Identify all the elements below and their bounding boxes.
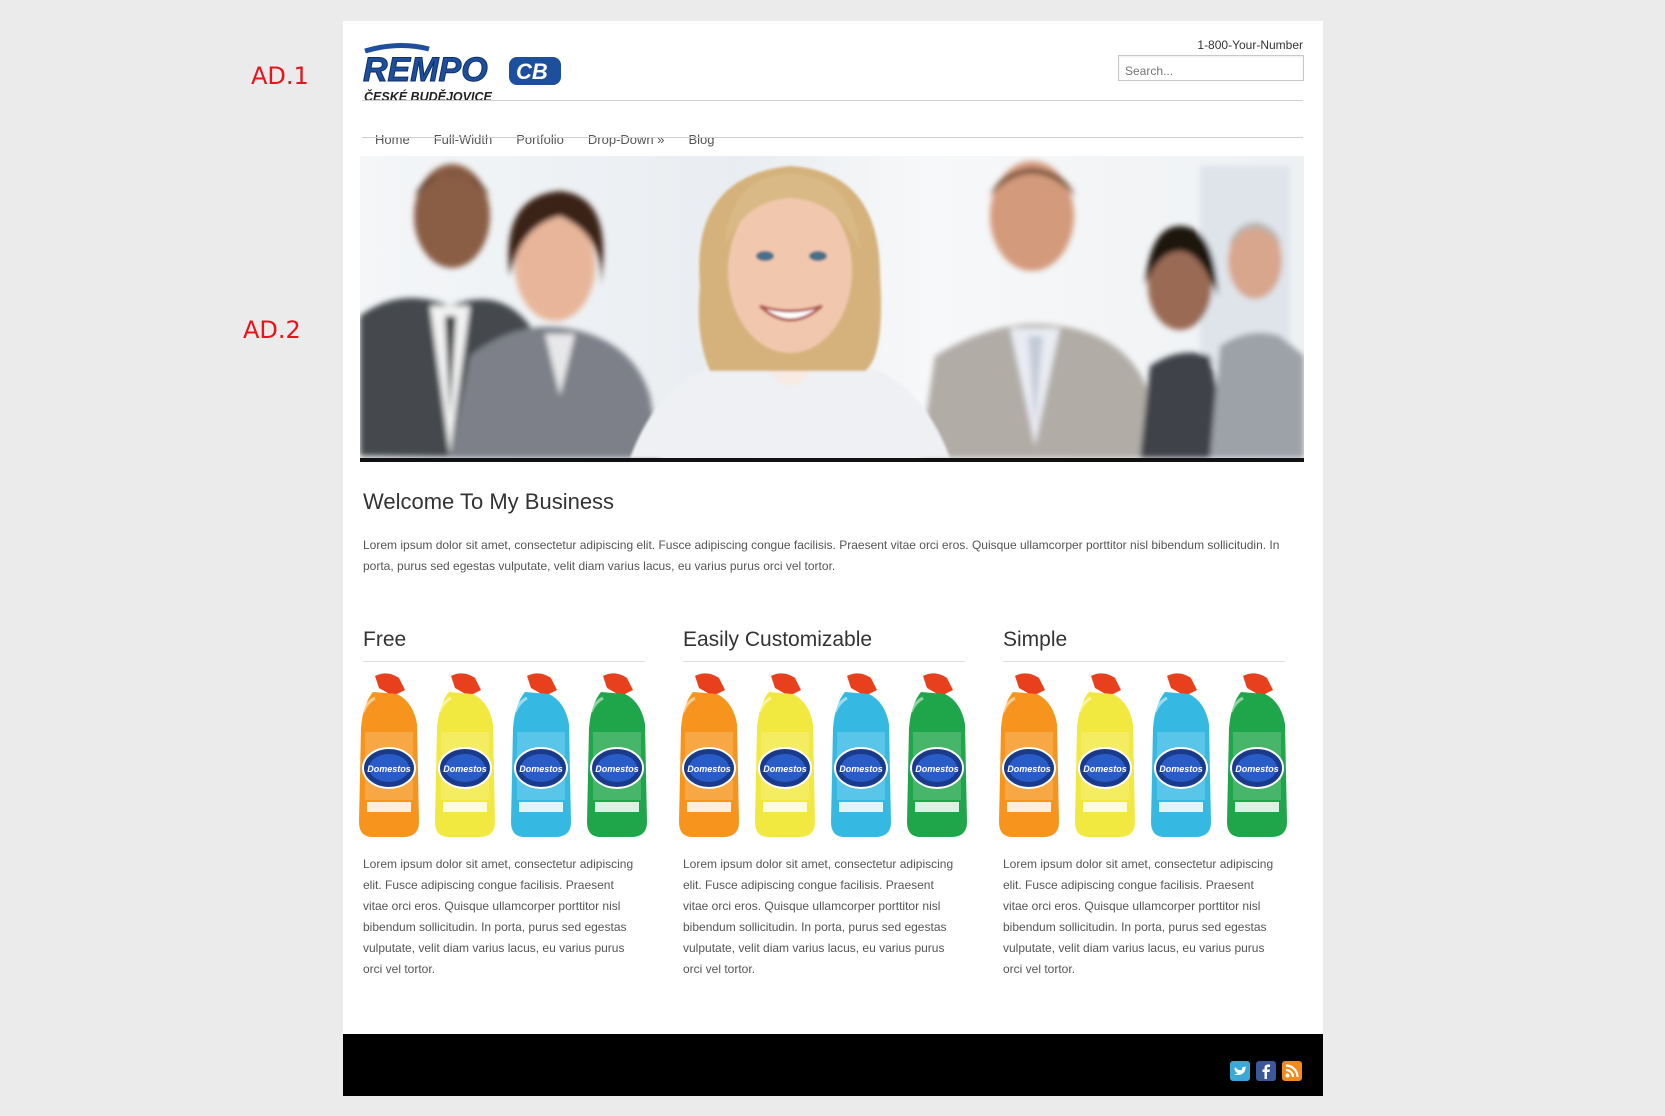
column-divider — [363, 661, 645, 662]
search-input[interactable] — [1118, 55, 1304, 81]
nav-home[interactable]: Home — [375, 132, 410, 147]
product-label: Domestos — [1235, 764, 1279, 774]
product-bottle: Domestos — [679, 673, 739, 837]
product-label: Domestos — [687, 764, 731, 774]
product-label: Domestos — [915, 764, 959, 774]
product-label: Domestos — [1083, 764, 1127, 774]
twitter-icon[interactable] — [1230, 1061, 1250, 1081]
column-text: Lorem ipsum dolor sit amet, consectetur … — [683, 857, 954, 976]
nav-portfolio[interactable]: Portfolio — [516, 132, 564, 147]
rss-icon[interactable] — [1282, 1061, 1302, 1081]
product-bottle: Domestos — [1151, 673, 1211, 837]
column-heading: Free — [363, 628, 407, 651]
product-image[interactable]: Domestos Domestos Domestos Domestos — [353, 672, 647, 840]
feature-column-customizable: Easily Customizable Domestos Domestos Dome… — [679, 625, 967, 980]
product-label: Domestos — [1159, 764, 1203, 774]
product-bottle: Domestos — [359, 673, 419, 837]
svg-text:REMPO: REMPO — [363, 51, 488, 89]
product-bottle: Domestos — [1227, 673, 1287, 837]
svg-text:ČESKÉ BUDĚJOVICE: ČESKÉ BUDĚJOVICE — [364, 89, 492, 104]
nav-full-width[interactable]: Full-Width — [434, 132, 493, 147]
nav-divider — [362, 137, 1303, 138]
product-bottle: Domestos — [831, 673, 891, 837]
column-heading: Simple — [1003, 628, 1068, 651]
business-team-photo — [360, 161, 1304, 458]
product-bottle: Domestos — [907, 673, 967, 837]
page-container: REMPO CB ČESKÉ BUDĚJOVICE 1-800-Your-Num… — [343, 21, 1323, 1096]
nav-blog[interactable]: Blog — [689, 132, 715, 147]
product-label: Domestos — [1007, 764, 1051, 774]
header-divider — [362, 100, 1303, 101]
welcome-heading: Welcome To My Business — [363, 489, 615, 514]
svg-text:CB: CB — [516, 59, 548, 84]
product-label: Domestos — [839, 764, 883, 774]
ad-slot-2-label: AD.2 — [243, 316, 301, 344]
product-image[interactable]: Domestos Domestos Domestos Domestos — [993, 672, 1287, 840]
product-bottle: Domestos — [1075, 673, 1135, 837]
phone-number: 1-800-Your-Number — [1197, 38, 1303, 52]
product-bottle: Domestos — [999, 673, 1059, 837]
product-label: Domestos — [443, 764, 487, 774]
feature-column-simple: Simple Domestos Domestos Domestos Domestos … — [999, 625, 1287, 980]
facebook-icon[interactable] — [1256, 1061, 1276, 1081]
hero-slider-image[interactable] — [360, 156, 1304, 462]
column-text: Lorem ipsum dolor sit amet, consectetur … — [1003, 857, 1274, 976]
product-bottle: Domestos — [435, 673, 495, 837]
ad-slot-1-label: AD.1 — [251, 62, 309, 90]
product-bottle: Domestos — [511, 673, 571, 837]
column-divider — [1003, 661, 1285, 662]
product-image[interactable]: Domestos Domestos Domestos Domestos — [673, 672, 967, 840]
welcome-paragraph: Lorem ipsum dolor sit amet, consectetur … — [363, 538, 1280, 573]
product-label: Domestos — [367, 764, 411, 774]
feature-column-free: Free Domestos Domestos Domestos Domestos Lo… — [359, 625, 647, 980]
product-bottle: Domestos — [755, 673, 815, 837]
site-footer — [343, 1034, 1323, 1096]
column-text: Lorem ipsum dolor sit amet, consectetur … — [363, 857, 634, 976]
nav-drop-down[interactable]: Drop-Down » — [588, 132, 665, 147]
product-label: Domestos — [595, 764, 639, 774]
product-label: Domestos — [519, 764, 563, 774]
column-divider — [683, 661, 965, 662]
product-label: Domestos — [763, 764, 807, 774]
column-heading: Easily Customizable — [683, 628, 873, 651]
product-bottle: Domestos — [587, 673, 647, 837]
site-logo[interactable]: REMPO CB ČESKÉ BUDĚJOVICE — [359, 41, 579, 113]
